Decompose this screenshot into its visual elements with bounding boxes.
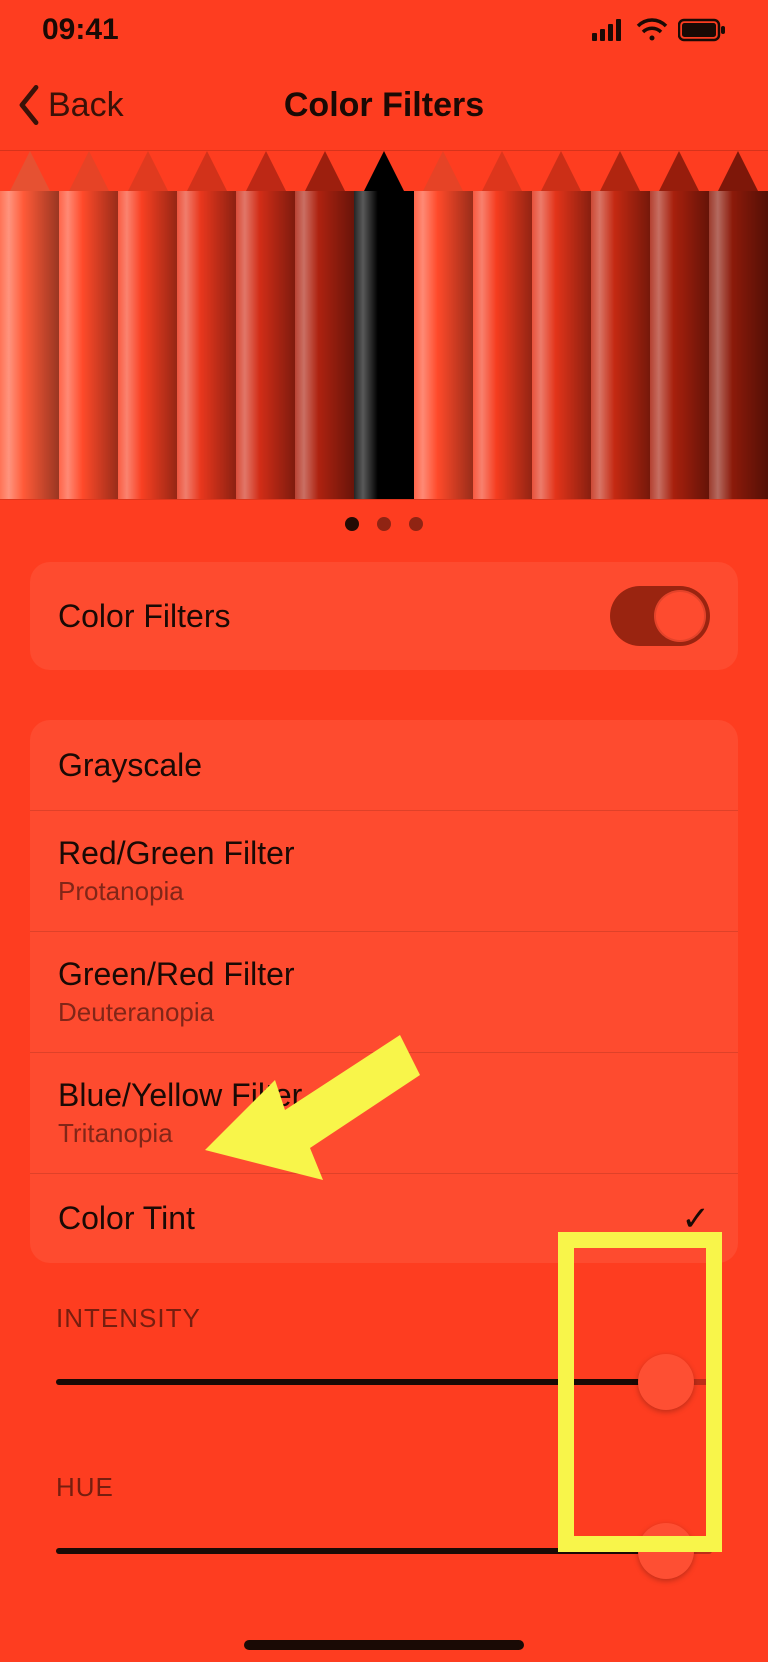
pencil [414, 191, 473, 499]
page-title: Color Filters [284, 86, 484, 125]
page-dot[interactable] [409, 517, 423, 531]
filter-row-grayscale[interactable]: Grayscale [30, 720, 738, 810]
nav-bar: Back Color Filters [0, 60, 768, 150]
home-indicator [244, 1640, 524, 1650]
pencil [591, 191, 650, 499]
slider-fill [56, 1548, 666, 1554]
toggle-group: Color Filters [30, 562, 738, 670]
filter-title: Red/Green Filter [58, 835, 295, 872]
hue-header: HUE [56, 1472, 712, 1503]
preview-carousel[interactable] [0, 150, 768, 500]
pencil [473, 191, 532, 499]
color-filters-row[interactable]: Color Filters [30, 562, 738, 670]
pencil [354, 191, 413, 499]
color-filters-label: Color Filters [58, 598, 230, 635]
page-dot[interactable] [345, 517, 359, 531]
back-label: Back [48, 86, 124, 125]
intensity-header: INTENSITY [56, 1303, 712, 1334]
filter-title: Blue/Yellow Filter [58, 1077, 302, 1114]
filter-title: Grayscale [58, 747, 202, 784]
filter-row-blue-yellow-filter[interactable]: Blue/Yellow Filter Tritanopia [30, 1052, 738, 1173]
page-dots[interactable] [0, 500, 768, 548]
color-filters-toggle[interactable] [610, 586, 710, 646]
pencil [0, 191, 59, 499]
filter-row-green-red-filter[interactable]: Green/Red Filter Deuteranopia [30, 931, 738, 1052]
status-time: 09:41 [42, 13, 119, 47]
filter-title: Color Tint [58, 1200, 195, 1237]
slider-fill [56, 1379, 666, 1385]
pencil [177, 191, 236, 499]
pencil [118, 191, 177, 499]
cellular-icon [592, 19, 626, 41]
pencil [236, 191, 295, 499]
status-bar: 09:41 [0, 0, 768, 60]
pencil [59, 191, 118, 499]
pencil [295, 191, 354, 499]
status-icons [592, 18, 726, 42]
filter-row-red-green-filter[interactable]: Red/Green Filter Protanopia [30, 810, 738, 931]
filter-row-color-tint[interactable]: Color Tint ✓ [30, 1173, 738, 1263]
battery-icon [678, 18, 726, 42]
pencil [650, 191, 709, 499]
filter-subtitle: Protanopia [58, 876, 295, 907]
toggle-knob [654, 590, 706, 642]
filter-list: Grayscale Red/Green Filter Protanopia Green… [30, 720, 738, 1263]
filter-subtitle: Tritanopia [58, 1118, 302, 1149]
chevron-left-icon [16, 85, 42, 125]
hue-slider[interactable] [56, 1521, 712, 1581]
wifi-icon [636, 18, 668, 42]
slider-thumb[interactable] [638, 1354, 694, 1410]
pencil [709, 191, 768, 499]
filter-subtitle: Deuteranopia [58, 997, 295, 1028]
intensity-slider[interactable] [56, 1352, 712, 1412]
filter-title: Green/Red Filter [58, 956, 295, 993]
checkmark-icon: ✓ [682, 1199, 711, 1239]
back-button[interactable]: Back [16, 85, 124, 125]
slider-thumb[interactable] [638, 1523, 694, 1579]
page-dot[interactable] [377, 517, 391, 531]
pencil [532, 191, 591, 499]
